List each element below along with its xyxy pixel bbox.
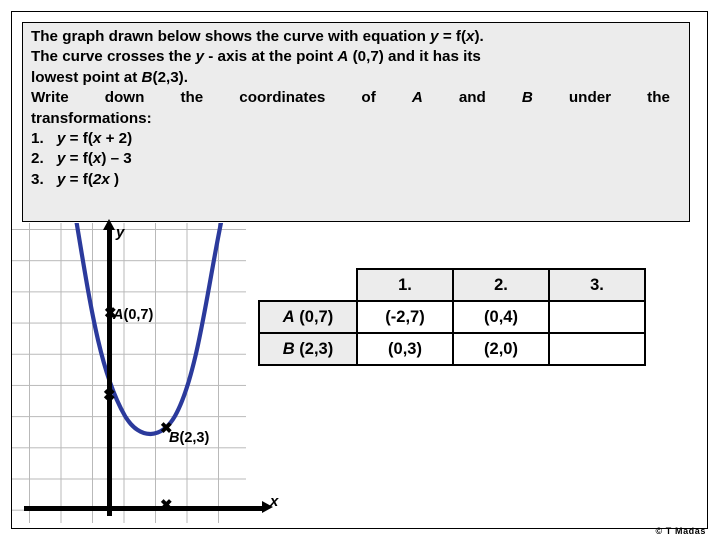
variable-y-1: y	[430, 28, 439, 45]
table-answer-cell-r2-c2[interactable]: (2,0)	[452, 332, 550, 366]
transformation-1-tail: + 2)	[101, 130, 133, 148]
question-line-4-word-2: the	[180, 89, 204, 107]
transformation-3-number: 3.	[31, 170, 44, 188]
point-a-graph-letter: A	[113, 307, 124, 323]
table-row: A (0,7) (-2,7) (0,4)	[258, 300, 646, 334]
table-row-header-1: A (0,7)	[258, 300, 358, 334]
transformation-item-2: 2. y = f(x) – 3	[31, 149, 683, 169]
table-answer-cell-r1-c3[interactable]	[548, 300, 646, 334]
x-axis-line	[24, 506, 264, 511]
table-answer-cell-r2-c1[interactable]: (0,3)	[356, 332, 454, 366]
point-b-name: B	[141, 68, 153, 86]
table-header-row: 1. 2. 3.	[259, 268, 646, 302]
table-answer-cell-r1-c1[interactable]: (-2,7)	[356, 300, 454, 334]
point-a-coords: (0,7) and it has its	[348, 48, 481, 66]
question-line-4-word-9: the	[647, 89, 670, 107]
question-line-4-word-8: under	[568, 89, 612, 107]
table-column-header-2: 2.	[452, 268, 550, 302]
question-text-box: The graph drawn below shows the curve wi…	[22, 22, 690, 222]
y-axis-arrow-icon	[103, 219, 115, 230]
question-line-4-word-4: of	[361, 89, 376, 107]
transformation-1-eq: = f(	[65, 130, 93, 148]
y-axis-line	[107, 226, 112, 516]
equation-part-1: = f(	[438, 28, 467, 45]
point-a-graph-label: A(0,7)	[113, 307, 153, 323]
table-row-header-coords-2: (2,3)	[294, 339, 334, 358]
point-b-graph-label: B(2,3)	[169, 430, 209, 446]
table-column-header-1: 1.	[356, 268, 454, 302]
transformation-item-3: 3. y = f(2x )	[31, 170, 683, 190]
question-line-4-word-0: Write	[31, 89, 69, 107]
transformation-2-number: 2.	[31, 150, 44, 168]
transformations-answer-table: 1. 2. 3. A (0,7) (-2,7) (0,4) B (2,3) (0,3) (2,0…	[258, 268, 646, 366]
question-line-4-word-6: and	[458, 89, 486, 107]
point-b-graph-letter: B	[169, 430, 180, 446]
question-line-4-word-3: coordinates	[239, 89, 326, 107]
question-line-2-text-a: The curve crosses the	[31, 48, 196, 66]
table-corner-cell	[259, 269, 357, 301]
parabola-curve	[74, 223, 224, 436]
table-answer-cell-r1-c2[interactable]: (0,4)	[452, 300, 550, 334]
slide-canvas: The graph drawn below shows the curve wi…	[0, 0, 720, 540]
point-b-coords: (2,3).	[152, 68, 188, 86]
question-line-4-word-7: B	[521, 89, 533, 107]
y-axis-label: y	[116, 224, 125, 241]
point-a-graph-coords: (0,7)	[123, 307, 154, 323]
transformation-3-tail: )	[109, 170, 120, 188]
table-column-header-3: 3.	[548, 268, 646, 302]
equation-end-1: ).	[474, 28, 484, 45]
graph-figure: y x ✖ ✖ ✖ ✖ A(0,7) B(2,3)	[12, 219, 278, 523]
table-row-header-2: B (2,3)	[258, 332, 358, 366]
question-line-2: The curve crosses the y - axis at the po…	[31, 47, 683, 67]
transformations-heading: transformations:	[31, 109, 152, 127]
copyright-notice: © T Madas	[655, 526, 706, 536]
transformation-2-tail: ) – 3	[101, 150, 132, 168]
point-a-name: A	[337, 48, 349, 66]
y-axis-tick-cross-icon: ✖	[103, 387, 116, 404]
question-line-1: The graph drawn below shows the curve wi…	[31, 27, 683, 47]
transformation-3-x: 2x	[92, 170, 110, 188]
question-line-4-word-5: A	[411, 89, 423, 107]
table-row-header-letter-1: A	[282, 307, 295, 326]
point-b-graph-coords: (2,3)	[179, 430, 210, 446]
transformation-3-eq: = f(	[65, 170, 93, 188]
table-row-header-coords-1: (0,7)	[294, 307, 334, 326]
question-line-4-word-1: down	[104, 89, 145, 107]
x-axis-label: x	[270, 493, 279, 510]
question-line-1-text-a: The graph drawn below shows the curve wi…	[31, 28, 431, 45]
table-row: B (2,3) (0,3) (2,0)	[258, 332, 646, 366]
transformation-item-1: 1. y = f(x + 2)	[31, 129, 683, 149]
question-line-3: lowest point at B(2,3).	[31, 68, 683, 88]
question-line-3-text-a: lowest point at	[31, 68, 142, 86]
transformation-2-eq: = f(	[65, 150, 93, 168]
transformation-1-number: 1.	[31, 130, 44, 148]
table-row-header-letter-2: B	[282, 339, 295, 358]
x-axis-tick-cross-icon: ✖	[160, 497, 173, 514]
table-answer-cell-r2-c3[interactable]	[548, 332, 646, 366]
question-line-4: Write down the coordinates of Aand Bunder the	[31, 88, 670, 108]
variable-y-2: y	[195, 48, 205, 66]
question-line-5: transformations:	[31, 109, 683, 129]
question-line-2-text-b: - axis at the point	[204, 48, 338, 66]
